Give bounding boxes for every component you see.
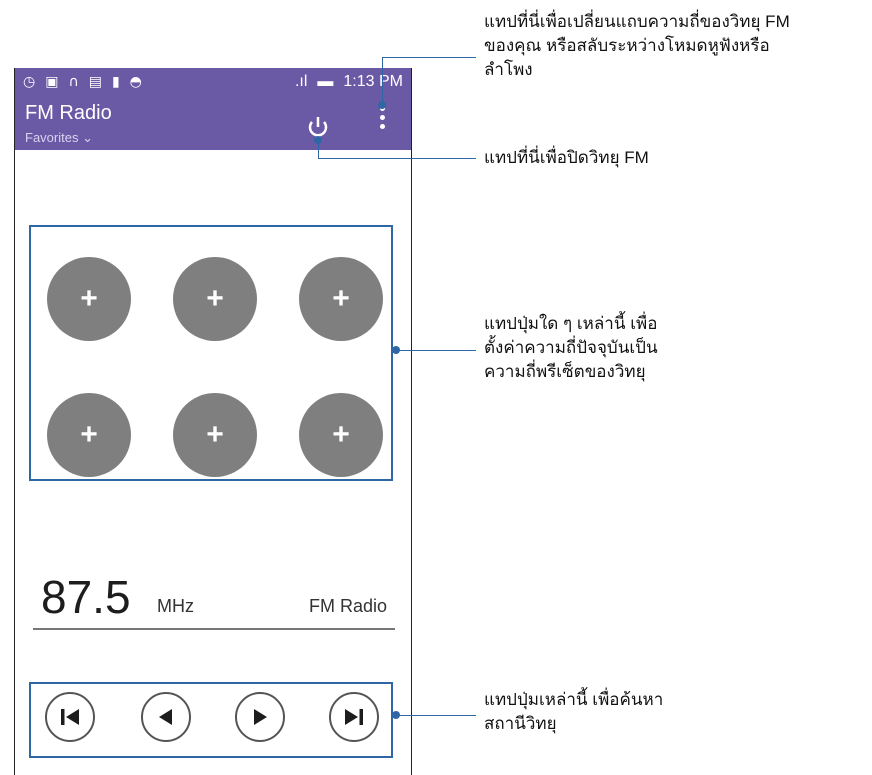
image-icon: ▣: [45, 74, 59, 90]
signal-icon: .ıl: [294, 73, 308, 90]
skip-next-icon: [345, 709, 363, 725]
annotation-line: แทปปุ่มใด ๆ เหล่านี้ เพื่อ: [484, 314, 658, 333]
battery-saver-icon: ▤: [88, 74, 102, 90]
favorites-label: Favorites: [25, 130, 79, 145]
controls-callout-line: [396, 715, 476, 716]
menu-callout-line: [382, 57, 383, 105]
seek-forward-button[interactable]: [235, 692, 285, 742]
frequency-display: 87.5 MHz FM Radio: [33, 566, 395, 630]
phone-screen: ◷ ▣ ∩ ▤ ▮ ◓ .ıl ▬ 1:13 PM FM Radio Favor…: [14, 68, 412, 775]
tuning-controls: [29, 682, 393, 758]
battery-icon: ▬: [317, 73, 334, 90]
controls-annotation: แทปปุ่มเหล่านี้ เพื่อค้นหา สถานีวิทยุ: [484, 688, 663, 736]
more-icon-dot: [379, 115, 385, 120]
annotation-line: ลำโพง: [484, 60, 533, 79]
preset-grid: + + + + + +: [29, 225, 393, 481]
status-right: .ıl ▬ 1:13 PM: [295, 73, 403, 91]
annotation-line: แทปปุ่มเหล่านี้ เพื่อค้นหา: [484, 690, 664, 709]
skip-previous-icon: [61, 709, 79, 725]
menu-callout-line: [382, 57, 476, 58]
frequency-value: 87.5: [41, 571, 131, 623]
menu-annotation: แทปที่นี่เพื่อเปลี่ยนแถบความถี่ของวิทยุ …: [484, 10, 790, 82]
annotation-line: แทปที่นี่เพื่อปิดวิทยุ FM: [484, 148, 649, 167]
controls-callout-dot: [392, 711, 400, 719]
annotation-line: ตั้งค่าความถี่ปัจจุบันเป็น: [484, 338, 658, 357]
preset-button[interactable]: +: [299, 393, 383, 477]
status-time: 1:13 PM: [343, 73, 403, 90]
skip-previous-button[interactable]: [45, 692, 95, 742]
presets-callout-dot: [392, 346, 400, 354]
status-bar: ◷ ▣ ∩ ▤ ▮ ◓ .ıl ▬ 1:13 PM: [15, 68, 411, 98]
app-bar: ◷ ▣ ∩ ▤ ▮ ◓ .ıl ▬ 1:13 PM FM Radio Favor…: [15, 68, 411, 150]
annotation-line: ของคุณ หรือสลับระหว่างโหมดหูฟังหรือ: [484, 36, 770, 55]
skip-next-button[interactable]: [329, 692, 379, 742]
sd-card-icon: ▮: [111, 74, 120, 90]
android-icon: ◓: [129, 74, 142, 90]
preset-button[interactable]: +: [173, 393, 257, 477]
favorites-dropdown[interactable]: Favorites ⌄: [25, 130, 93, 146]
presets-annotation: แทปปุ่มใด ๆ เหล่านี้ เพื่อ ตั้งค่าความถี…: [484, 312, 658, 384]
power-callout-line: [318, 158, 476, 159]
seek-forward-icon: [254, 709, 267, 725]
presets-callout-line: [396, 350, 476, 351]
headset-icon: ∩: [68, 74, 79, 90]
menu-callout-dot: [378, 101, 386, 109]
preset-button[interactable]: +: [47, 257, 131, 341]
more-icon-dot: [379, 124, 385, 129]
seek-back-button[interactable]: [141, 692, 191, 742]
more-options-button[interactable]: [377, 106, 387, 136]
preset-button[interactable]: +: [47, 393, 131, 477]
notification-icons: ◷ ▣ ∩ ▤ ▮ ◓: [23, 74, 142, 90]
clock-icon: ◷: [23, 74, 36, 90]
annotation-line: แทปที่นี่เพื่อเปลี่ยนแถบความถี่ของวิทยุ …: [484, 12, 790, 31]
annotation-line: ความถี่พรีเซ็ตของวิทยุ: [484, 362, 646, 381]
chevron-down-icon: ⌄: [82, 130, 93, 145]
annotation-line: สถานีวิทยุ: [484, 714, 557, 733]
preset-button[interactable]: +: [173, 257, 257, 341]
power-annotation: แทปที่นี่เพื่อปิดวิทยุ FM: [484, 146, 649, 170]
frequency-unit: MHz: [157, 596, 194, 616]
power-callout-dot: [314, 136, 322, 144]
app-title: FM Radio: [25, 102, 112, 124]
seek-back-icon: [159, 709, 172, 725]
preset-button[interactable]: +: [299, 257, 383, 341]
station-name: FM Radio: [308, 596, 387, 616]
